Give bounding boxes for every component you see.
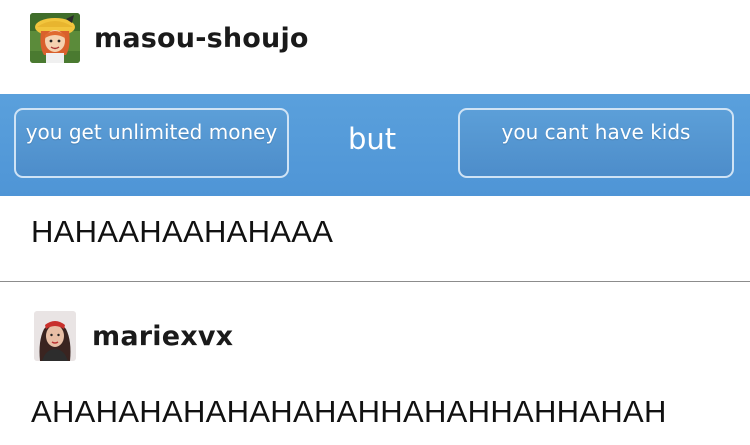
post-text: HAHAAHAAHAHAAA [31, 214, 334, 249]
meme-right-button: you cant have kids [458, 108, 734, 178]
meme-image: you get unlimited money but you cant hav… [0, 94, 750, 196]
cartoon-girl-avatar[interactable] [30, 13, 80, 63]
meme-left-button: you get unlimited money [14, 108, 289, 178]
post-divider [0, 281, 750, 282]
username[interactable]: mariexvx [92, 321, 233, 352]
meme-middle-text: but [348, 122, 397, 156]
username[interactable]: masou-shoujo [94, 23, 309, 54]
post-header-mariexvx: mariexvx [34, 311, 233, 361]
woman-photo-avatar[interactable] [34, 311, 76, 361]
post-text: AHAHAHAHAHAHAHAHHAHAHHAHHAHAH [31, 394, 667, 429]
post-header-masou-shoujo: masou-shoujo [30, 13, 309, 63]
